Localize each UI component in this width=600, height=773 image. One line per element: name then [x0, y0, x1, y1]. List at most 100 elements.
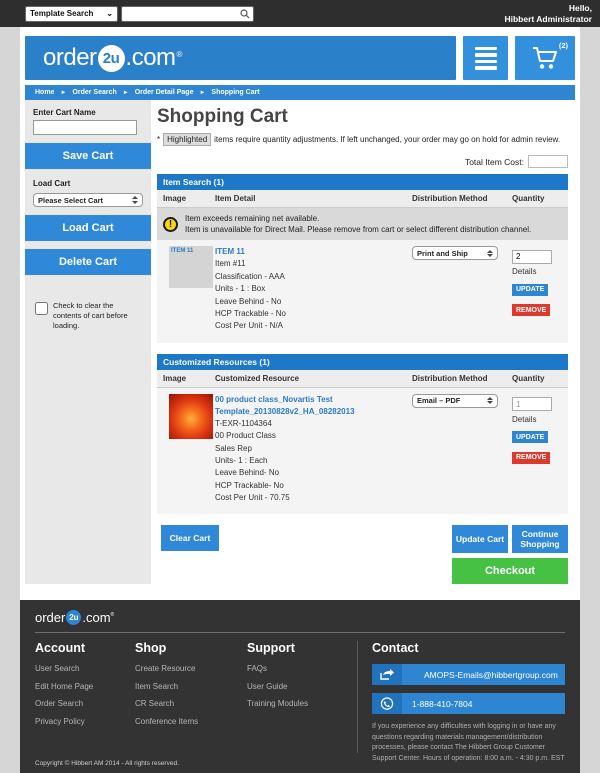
total-item-cost-input[interactable] [528, 155, 568, 168]
global-search-box [121, 6, 254, 22]
search-type-value: Template Search [30, 9, 93, 18]
order2u-logo: order 2u .com ® [43, 44, 182, 72]
item-update-button[interactable]: UPDATE [512, 284, 548, 296]
page-wrapper: order 2u .com ® (2) Home ► Order Search … [20, 27, 580, 600]
item-quantity-input[interactable] [512, 250, 552, 264]
cr-update-button[interactable]: UPDATE [512, 431, 548, 443]
menu-button[interactable] [463, 36, 508, 80]
footer-link-cr-search[interactable]: CR Search [135, 699, 247, 708]
site-header: order 2u .com ® (2) [20, 27, 580, 85]
item-detail-line: HCP Trackable - No [215, 308, 406, 320]
footer-link-user-search[interactable]: User Search [35, 664, 135, 673]
cr-remove-button[interactable]: REMOVE [512, 452, 550, 464]
customized-resources-section: Customized Resources (1) Image Customize… [157, 354, 568, 515]
footer-contact-column: Contact AMOPS-Emails@hibbertgroup.com [372, 641, 565, 764]
col-distribution: Distribution Method [412, 374, 512, 383]
item-thumbnail[interactable]: ITEM 11 [169, 246, 213, 288]
footer-link-privacy-policy[interactable]: Privacy Policy [35, 717, 135, 726]
col-image: Image [157, 374, 215, 383]
footer-logo: order 2u .com ® [35, 608, 565, 625]
global-search-input[interactable] [125, 9, 240, 18]
footer-vertical-divider [357, 641, 358, 753]
copyright-text: Copyright © Hibbert AM 2014 - All rights… [35, 760, 179, 767]
load-cart-select[interactable]: Please Select Cart [33, 193, 143, 207]
footer-link-order-search[interactable]: Order Search [35, 699, 135, 708]
greeting-username: Hibbert Administrator [504, 14, 592, 25]
total-item-cost-label: Total Item Cost: [465, 157, 524, 167]
site-footer: order 2u .com ® Account User Search Edit… [20, 600, 580, 773]
contact-phone-button[interactable]: 1-888-410-7804 [372, 693, 565, 714]
checkout-button[interactable]: Checkout [452, 558, 568, 584]
update-cart-button[interactable]: Update Cart [452, 525, 508, 553]
support-hours-note: If you experience any difficulties with … [372, 722, 565, 764]
item-distribution-select[interactable]: Print and Ship [412, 246, 498, 260]
footer-link-edit-home-page[interactable]: Edit Home Page [35, 682, 135, 691]
clear-cart-button[interactable]: Clear Cart [161, 525, 219, 551]
footer-link-user-guide[interactable]: User Guide [247, 682, 357, 691]
footer-link-item-search[interactable]: Item Search [135, 682, 247, 691]
item-title-link[interactable]: ITEM 11 [215, 246, 406, 258]
cr-distribution-select[interactable]: Email – PDF [412, 394, 498, 408]
cr-quantity-input[interactable] [512, 397, 552, 411]
save-cart-button[interactable]: Save Cart [25, 143, 151, 169]
item-remove-button[interactable]: REMOVE [512, 304, 550, 316]
breadcrumb-shopping-cart[interactable]: Shopping Cart [211, 89, 259, 96]
search-type-dropdown[interactable]: Template Search ⌄ [25, 6, 118, 22]
select-arrows-icon [487, 397, 493, 405]
footer-contact-title: Contact [372, 641, 565, 655]
cr-detail-line: Cost Per Unit - 70.75 [215, 492, 406, 504]
footer-link-faqs[interactable]: FAQs [247, 664, 357, 673]
clear-before-load-checkbox[interactable] [35, 302, 48, 315]
breadcrumb: Home ► Order Search ► Order Detail Page … [25, 85, 575, 100]
contact-phone-text: 1-888-410-7804 [412, 699, 473, 709]
cr-quantity-cell: Details UPDATE REMOVE [512, 394, 568, 505]
cart-button[interactable]: (2) [515, 36, 575, 80]
item-search-section: Item Search (1) Image Item Detail Distri… [157, 174, 568, 343]
cart-sidebar: Enter Cart Name Save Cart Load Cart Plea… [25, 100, 151, 584]
breadcrumb-order-search[interactable]: Order Search [72, 89, 116, 96]
col-item-detail: Item Detail [215, 194, 412, 203]
search-icon[interactable] [240, 9, 250, 19]
breadcrumb-home[interactable]: Home [35, 89, 54, 96]
breadcrumb-order-detail[interactable]: Order Detail Page [135, 89, 194, 96]
footer-link-training-modules[interactable]: Training Modules [247, 699, 357, 708]
item-row: ITEM 11 ITEM 11 Item #11 Classification … [157, 240, 568, 342]
footer-account-title: Account [35, 641, 135, 655]
cr-distribution-cell: Email – PDF [412, 394, 512, 505]
cr-title-link[interactable]: 00 product class_Novartis Test Template_… [215, 394, 406, 418]
cr-row: 00 product class_Novartis Test Template_… [157, 388, 568, 515]
load-cart-label: Load Cart [25, 177, 151, 191]
continue-shopping-button[interactable]: Continue Shopping [512, 525, 568, 553]
item-distribution-value: Print and Ship [417, 249, 468, 258]
footer-logo-circle: 2u [66, 610, 81, 625]
cr-details-link[interactable]: Details [512, 415, 568, 424]
registered-mark: ® [177, 50, 182, 59]
footer-support-column: Support FAQs User Guide Training Modules [247, 641, 357, 764]
select-arrows-icon [132, 196, 138, 204]
note-text: items require quantity adjustments. If l… [214, 135, 560, 144]
warning-icon [163, 217, 178, 232]
item-detail-line: Item #11 [215, 258, 406, 270]
cart-name-input[interactable] [33, 120, 137, 135]
item-detail-cell: ITEM 11 Item #11 Classification - AAA Un… [215, 246, 412, 332]
item-details-link[interactable]: Details [512, 267, 568, 276]
cr-thumbnail[interactable] [169, 394, 213, 439]
warning-line-2: Item is unavailable for Direct Mail. Ple… [185, 224, 531, 235]
highlight-note: * Highlighted items require quantity adj… [157, 133, 568, 146]
contact-email-button[interactable]: AMOPS-Emails@hibbertgroup.com [372, 664, 565, 685]
footer-link-conference-items[interactable]: Conference Items [135, 717, 247, 726]
hamburger-icon [475, 47, 497, 70]
logo-banner[interactable]: order 2u .com ® [25, 36, 456, 80]
load-cart-button[interactable]: Load Cart [25, 215, 151, 241]
cr-detail-line: T-EXR-1104364 [215, 418, 406, 430]
cr-detail-line: Sales Rep [215, 443, 406, 455]
total-item-cost-row: Total Item Cost: [157, 155, 568, 168]
clear-before-load-label: Check to clear the contents of cart befo… [53, 301, 143, 331]
contact-email-text: AMOPS-Emails@hibbertgroup.com [424, 670, 558, 680]
cr-detail-line: 00 Product Class [215, 430, 406, 442]
cr-title-line-1: 00 product class_Novartis Test [215, 394, 406, 406]
footer-account-column: Account User Search Edit Home Page Order… [35, 641, 135, 764]
delete-cart-button[interactable]: Delete Cart [25, 249, 151, 275]
cr-image-cell [157, 394, 215, 505]
footer-link-create-resource[interactable]: Create Resource [135, 664, 247, 673]
